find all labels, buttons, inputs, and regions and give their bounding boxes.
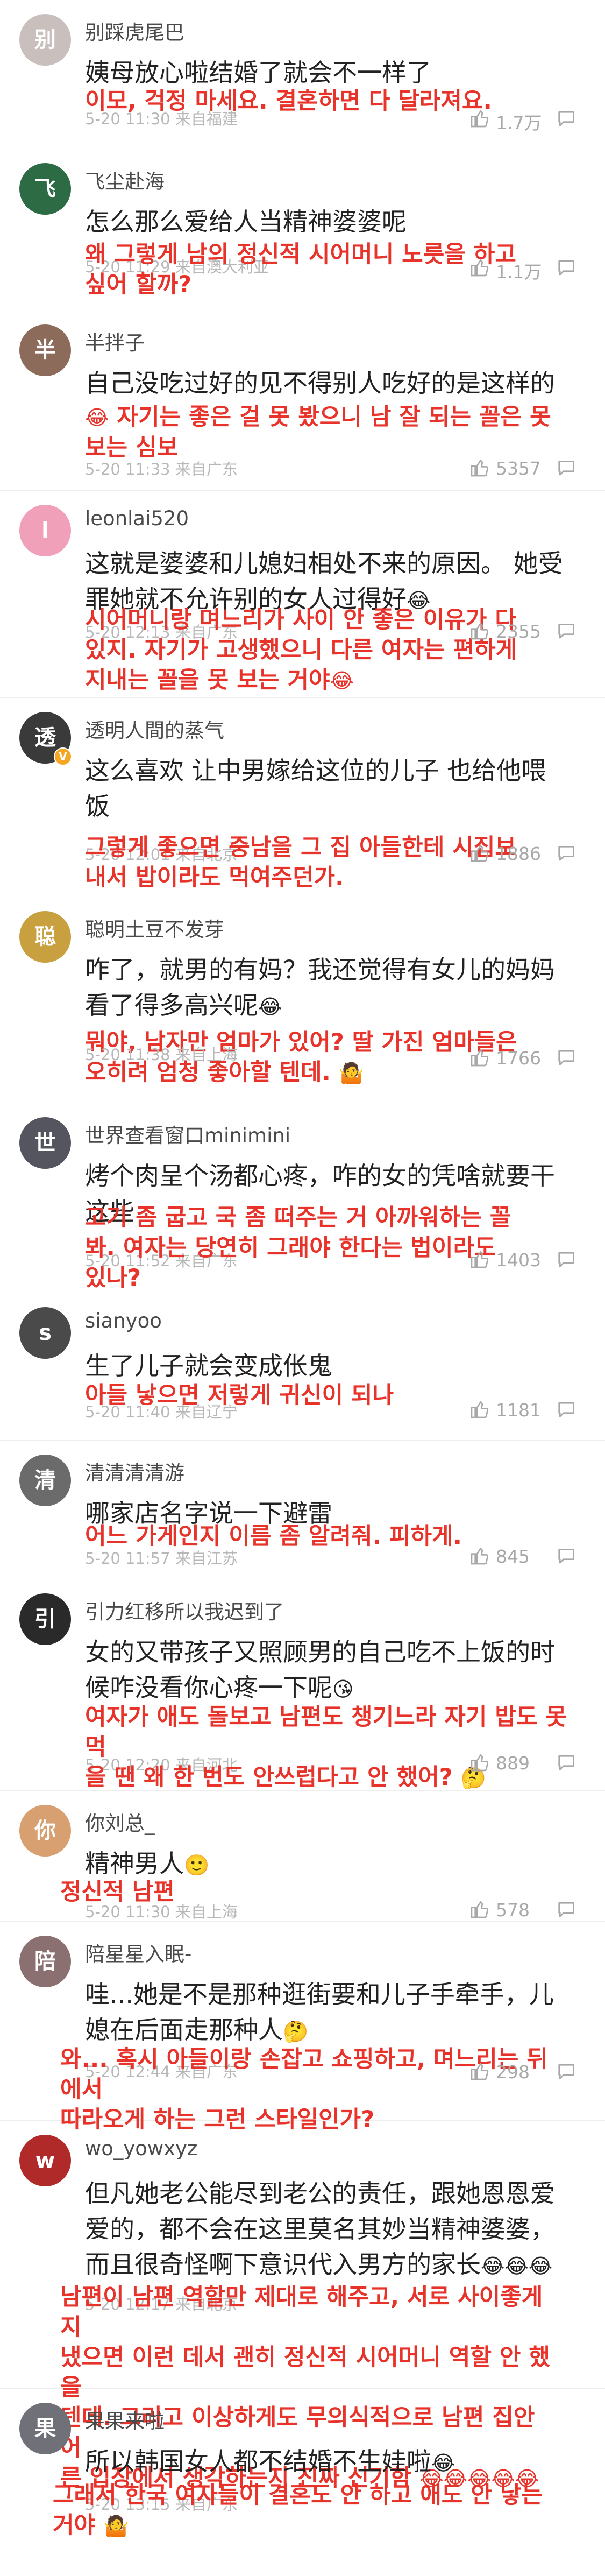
comment-item: 半 半拌子 自己没吃过好的见不得别人吃好的是这样的 😂 자기는 좋은 걸 못 봤…: [0, 310, 605, 491]
reply-icon[interactable]: [555, 1399, 578, 1420]
avatar[interactable]: 清: [19, 1455, 71, 1506]
korean-translation: 고기 좀 굽고 국 좀 떠주는 거 아까워하는 꼴 봐. 여자는 당연히 그래야…: [85, 1204, 511, 1291]
comment-text: 女的又带孩子又照顾男的自己吃不上饭的时 候咋没看你心疼一下呢😘: [85, 1638, 555, 1702]
avatar[interactable]: l: [19, 505, 71, 556]
comment-item: 果 果果来啦 所以韩国女人都不结婚不生娃啦😂 5-20 13:15 来自广东 그…: [0, 2389, 605, 2576]
like-icon[interactable]: [469, 620, 490, 641]
username[interactable]: 透明人間的蒸气: [85, 714, 224, 743]
reply-icon[interactable]: [555, 1899, 578, 1920]
comment-text: 但凡她老公能尽到老公的责任，跟她恩恩爱 爱的，都不会在这里莫名其妙当精神婆婆， …: [85, 2179, 555, 2279]
comment-item: 飞 飞尘赴海 怎么那么爱给人当精神婆婆呢 5-20 11:29 来自澳大利亚 왜…: [0, 149, 605, 310]
reply-icon[interactable]: [555, 457, 578, 478]
comment-text: 怎么那么爱给人当精神婆婆呢: [85, 207, 407, 236]
comment-item: 聪 聪明土豆不发芽 咋了，就男的有妈？我还觉得有女儿的妈妈 看了得多高兴呢😂 뭐…: [0, 897, 605, 1103]
comment-text: 生了儿子就会变成伥鬼: [85, 1351, 332, 1380]
like-count: 1.7万: [496, 112, 542, 133]
avatar[interactable]: 世: [19, 1117, 71, 1169]
reply-icon[interactable]: [555, 1545, 578, 1566]
reply-icon[interactable]: [555, 1752, 578, 1773]
username[interactable]: 飞尘赴海: [85, 165, 165, 194]
avatar[interactable]: 陪: [19, 1936, 71, 1987]
like-icon[interactable]: [469, 1248, 490, 1270]
comment-text: 这么喜欢 让中男嫁给这位的儿子 也给他喂 饭: [85, 756, 546, 821]
like-count: 1.1万: [496, 262, 542, 283]
like-icon[interactable]: [469, 842, 490, 864]
username[interactable]: 你刘总_: [85, 1807, 155, 1836]
reply-icon[interactable]: [555, 1248, 578, 1270]
like-count: 1181: [496, 1400, 541, 1421]
username[interactable]: wo_yowxyz: [85, 2137, 197, 2160]
like-count: 1886: [496, 843, 541, 864]
avatar[interactable]: s: [19, 1307, 71, 1359]
username[interactable]: 陪星星入眠-: [85, 1938, 191, 1967]
reply-icon[interactable]: [555, 620, 578, 641]
comment-item: 世 世界查看窗口minimini 烤个肉呈个汤都心疼，咋的女的凭啥就要干 这些 …: [0, 1103, 605, 1293]
comment-meta: 5-20 11:33 来自广东: [85, 460, 238, 478]
like-icon[interactable]: [469, 1545, 490, 1566]
verified-badge-icon: V: [54, 747, 72, 766]
comment-item: 引 引力红移所以我迟到了 女的又带孩子又照顾男的自己吃不上饭的时 候咋没看你心疼…: [0, 1579, 605, 1791]
like-icon[interactable]: [469, 257, 490, 278]
username[interactable]: leonlai520: [85, 507, 189, 530]
comment-item: 透 V 透明人間的蒸气 这么喜欢 让中男嫁给这位的儿子 也给他喂 饭 5-20 …: [0, 698, 605, 897]
like-count: 1766: [496, 1048, 541, 1069]
like-count: 2355: [496, 621, 541, 642]
like-count: 298: [496, 2062, 530, 2083]
comment-item: 你 你刘总_ 精神男人🙂 정신적 남편 5-20 11:30 来自上海 578: [0, 1791, 605, 1922]
comment-meta: 5-20 11:30 来自上海: [85, 1903, 238, 1921]
like-icon[interactable]: [469, 108, 490, 129]
avatar[interactable]: 你: [19, 1805, 71, 1857]
avatar[interactable]: 聪: [19, 911, 71, 963]
comment-item: l leonlai520 这就是婆婆和儿媳妇相处不来的原因。 她受 罪她就不允许…: [0, 491, 605, 698]
username[interactable]: 别踩虎尾巴: [85, 16, 184, 45]
comment-item: 清 清清清清游 哪家店名字说一下避雷 5-20 11:57 来自江苏 어느 가게…: [0, 1441, 605, 1579]
username[interactable]: sianyoo: [85, 1309, 162, 1332]
username[interactable]: 清清清清游: [85, 1457, 184, 1486]
like-count: 578: [496, 1900, 530, 1921]
like-icon[interactable]: [469, 2060, 490, 2082]
reply-icon[interactable]: [555, 108, 578, 129]
avatar[interactable]: 半: [19, 324, 71, 376]
username[interactable]: 引力红移所以我迟到了: [85, 1596, 284, 1625]
comment-text: 自己没吃过好的见不得别人吃好的是这样的: [85, 369, 555, 398]
like-count: 5357: [496, 458, 541, 479]
like-icon[interactable]: [469, 457, 490, 478]
avatar[interactable]: 引: [19, 1593, 71, 1645]
avatar[interactable]: 飞: [19, 163, 71, 215]
like-count: 1403: [496, 1250, 541, 1271]
comment-text: 所以韩国女人都不结婚不生娃啦😂: [85, 2447, 455, 2476]
username[interactable]: 世界查看窗口minimini: [85, 1119, 290, 1148]
reply-icon[interactable]: [555, 1047, 578, 1068]
reply-icon[interactable]: [555, 257, 578, 278]
reply-icon[interactable]: [555, 2060, 578, 2082]
like-count: 889: [496, 1753, 530, 1774]
korean-translation: 시어머니랑 며느리가 사이 안 좋은 이유가 다 있지. 자기가 고생했으니 다…: [85, 606, 517, 694]
comment-meta: 5-20 11:38 来自上海: [85, 1046, 238, 1064]
like-icon[interactable]: [469, 1047, 490, 1068]
like-icon[interactable]: [469, 1399, 490, 1420]
username[interactable]: 聪明土豆不发芽: [85, 913, 224, 942]
comment-item: 别 别踩虎尾巴 姨母放心啦结婚了就会不一样了 5-20 11:30 来自福建 이…: [0, 0, 605, 149]
like-icon[interactable]: [469, 1899, 490, 1920]
avatar[interactable]: 别: [19, 14, 71, 66]
comment-item: w wo_yowxyz 但凡她老公能尽到老公的责任，跟她恩恩爱 爱的，都不会在这…: [0, 2121, 605, 2492]
reply-icon[interactable]: [555, 842, 578, 864]
username[interactable]: 果果来啦: [85, 2405, 165, 2434]
username[interactable]: 半拌子: [85, 327, 145, 356]
comment-item: 陪 陪星星入眠- 哇...她是不是那种逛街要和儿子手牵手，儿 媳在后面走那种人🤔…: [0, 1922, 605, 2133]
korean-translation: 😂 자기는 좋은 걸 못 봤으니 남 잘 되는 꼴은 못 보는 심보: [85, 404, 551, 461]
avatar[interactable]: 果: [19, 2403, 71, 2454]
comment-text: 姨母放心啦结婚了就会不一样了: [85, 58, 431, 87]
comment-item: s sianyoo 生了儿子就会变成伥鬼 5-20 11:40 来自辽宁 아들 …: [0, 1293, 605, 1441]
avatar[interactable]: w: [19, 2135, 71, 2186]
korean-translation: 그래서 한국 여자들이 결혼도 안 하고 애도 안 낳는 거야 🤷: [53, 2482, 543, 2539]
comment-text: 咋了，就男的有妈？我还觉得有女儿的妈妈 看了得多高兴呢😂: [85, 955, 555, 1020]
like-icon[interactable]: [469, 1752, 490, 1773]
korean-translation: 여자가 애도 돌보고 남편도 챙기느라 자기 밥도 못 먹 을 땐 왜 한 번도…: [85, 1704, 567, 1791]
like-count: 845: [496, 1546, 530, 1567]
comment-text: 哇...她是不是那种逛街要和儿子手牵手，儿 媳在后面走那种人🤔: [85, 1980, 554, 2044]
